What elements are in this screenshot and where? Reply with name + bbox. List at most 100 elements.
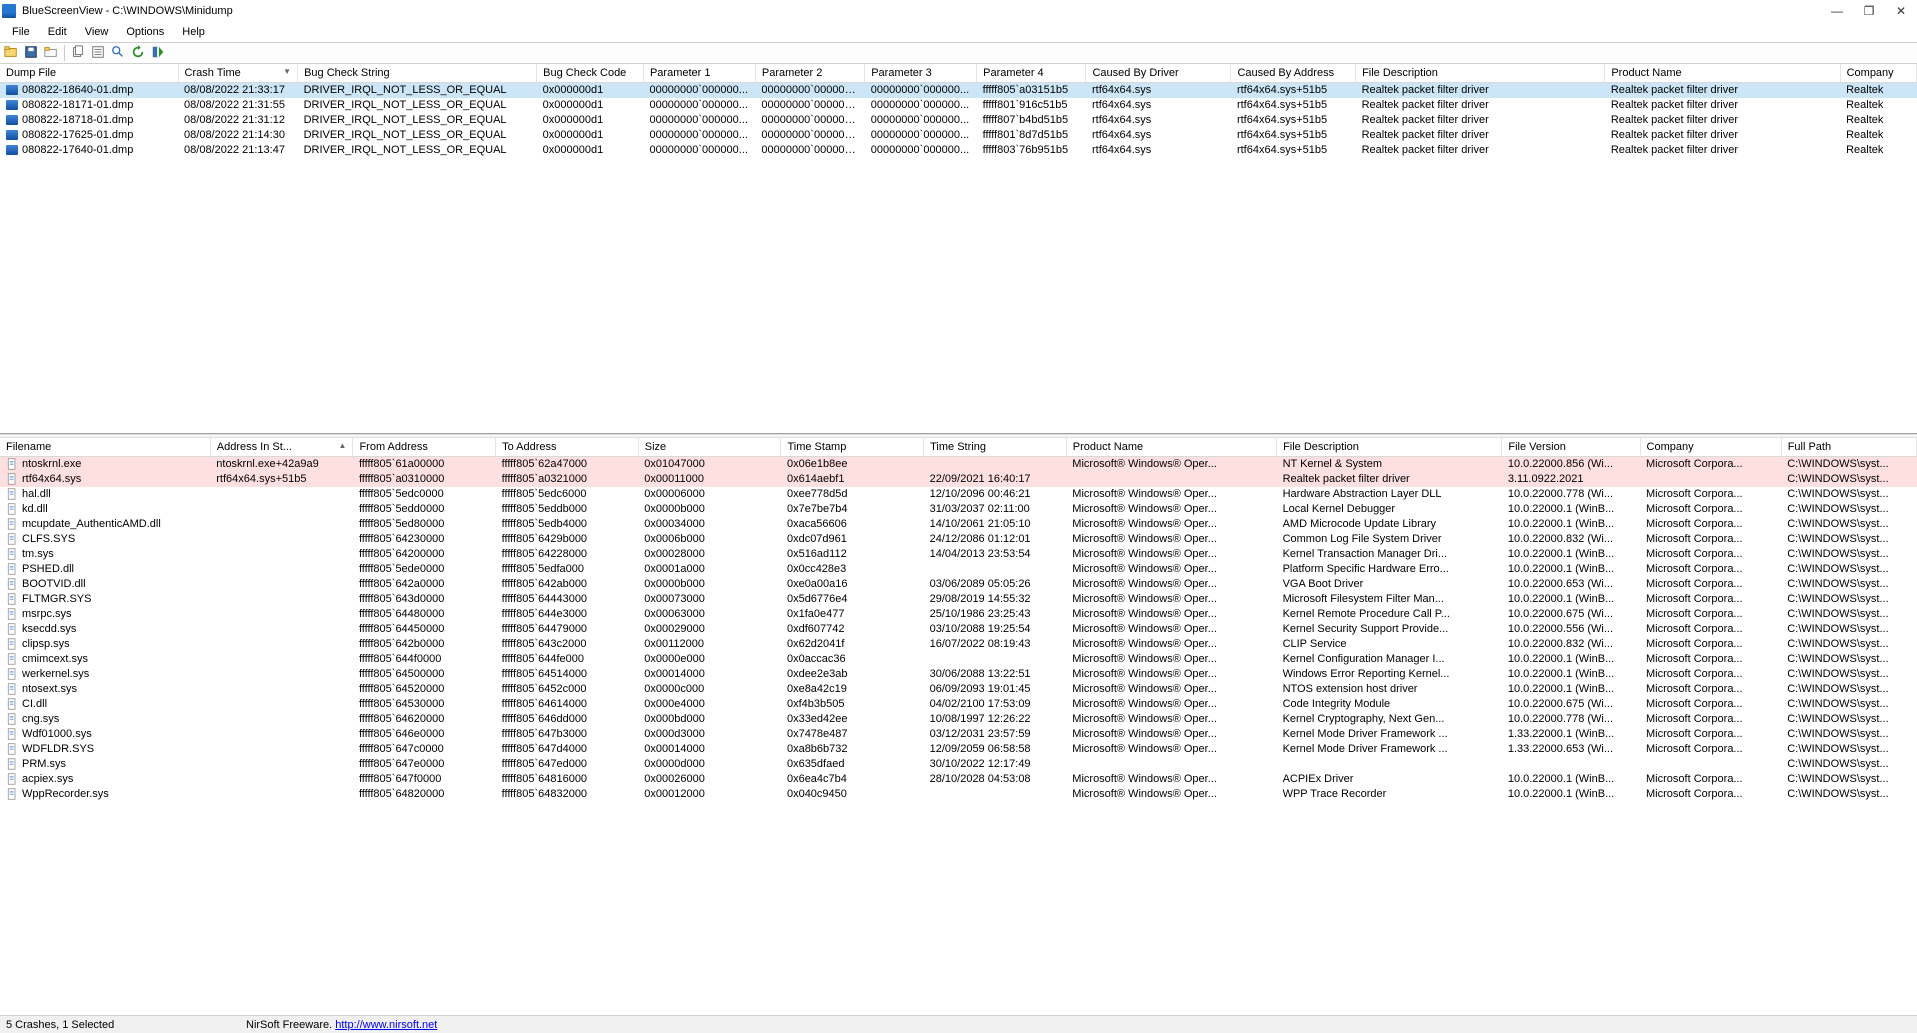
modules-pane[interactable]: FilenameAddress In St...▲From AddressTo … [0, 438, 1917, 1015]
dumps-table[interactable]: Dump FileCrash Time▼Bug Check StringBug … [0, 64, 1917, 158]
col-filename[interactable]: Filename [0, 438, 210, 457]
module-row[interactable]: msrpc.sysfffff805`64480000fffff805`644e3… [0, 607, 1917, 622]
options-icon[interactable] [151, 45, 165, 62]
module-row[interactable]: tm.sysfffff805`64200000fffff805`64228000… [0, 547, 1917, 562]
menubar: FileEditViewOptionsHelp [0, 22, 1917, 42]
col-dump-file[interactable]: Dump File [0, 64, 178, 83]
col-parameter-1[interactable]: Parameter 1 [643, 64, 755, 83]
module-row[interactable]: kd.dllfffff805`5edd0000fffff805`5eddb000… [0, 502, 1917, 517]
dump-file-icon [6, 85, 18, 95]
col-company[interactable]: Company [1840, 64, 1916, 83]
menu-help[interactable]: Help [174, 24, 213, 40]
col-company[interactable]: Company [1640, 438, 1781, 457]
module-row[interactable]: Wdf01000.sysfffff805`646e0000fffff805`64… [0, 727, 1917, 742]
maximize-button[interactable]: ❐ [1863, 5, 1875, 17]
menu-view[interactable]: View [77, 24, 117, 40]
app-icon [2, 4, 16, 18]
col-parameter-4[interactable]: Parameter 4 [977, 64, 1086, 83]
copy-icon[interactable] [71, 45, 85, 62]
module-file-icon [6, 548, 18, 560]
col-file-version[interactable]: File Version [1502, 438, 1640, 457]
col-crash-time[interactable]: Crash Time▼ [178, 64, 298, 83]
status-credit: NirSoft Freeware. http://www.nirsoft.net [246, 1019, 437, 1031]
module-file-icon [6, 683, 18, 695]
module-file-icon [6, 533, 18, 545]
col-parameter-3[interactable]: Parameter 3 [865, 64, 977, 83]
dump-row[interactable]: 080822-18171-01.dmp08/08/2022 21:31:55DR… [0, 98, 1917, 113]
col-parameter-2[interactable]: Parameter 2 [755, 64, 864, 83]
module-file-icon [6, 503, 18, 515]
col-bug-check-code[interactable]: Bug Check Code [537, 64, 644, 83]
module-file-icon [6, 788, 18, 800]
module-row[interactable]: WDFLDR.SYSfffff805`647c0000fffff805`647d… [0, 742, 1917, 757]
col-file-description[interactable]: File Description [1277, 438, 1502, 457]
module-row[interactable]: ntoskrnl.exentoskrnl.exe+42a9a9fffff805`… [0, 457, 1917, 472]
col-product-name[interactable]: Product Name [1066, 438, 1276, 457]
dumps-pane[interactable]: Dump FileCrash Time▼Bug Check StringBug … [0, 64, 1917, 434]
dump-row[interactable]: 080822-17640-01.dmp08/08/2022 21:13:47DR… [0, 143, 1917, 158]
save-icon[interactable] [24, 45, 38, 62]
module-row[interactable]: WppRecorder.sysfffff805`64820000fffff805… [0, 787, 1917, 802]
module-row[interactable]: cmimcext.sysfffff805`644f0000fffff805`64… [0, 652, 1917, 667]
module-row[interactable]: rtf64x64.sysrtf64x64.sys+51b5fffff805`a0… [0, 472, 1917, 487]
open-icon[interactable] [4, 45, 18, 62]
dump-row[interactable]: 080822-18640-01.dmp08/08/2022 21:33:17DR… [0, 83, 1917, 98]
nirsoft-link[interactable]: http://www.nirsoft.net [335, 1019, 437, 1031]
toolbar [0, 42, 1917, 64]
properties-icon[interactable] [91, 45, 105, 62]
close-button[interactable]: ✕ [1895, 5, 1907, 17]
module-file-icon [6, 563, 18, 575]
col-product-name[interactable]: Product Name [1605, 64, 1840, 83]
col-file-description[interactable]: File Description [1356, 64, 1605, 83]
col-time-stamp[interactable]: Time Stamp [781, 438, 924, 457]
module-row[interactable]: CLFS.SYSfffff805`64230000fffff805`6429b0… [0, 532, 1917, 547]
module-row[interactable]: werkernel.sysfffff805`64500000fffff805`6… [0, 667, 1917, 682]
module-file-icon [6, 458, 18, 470]
module-row[interactable]: clipsp.sysfffff805`642b0000fffff805`643c… [0, 637, 1917, 652]
module-row[interactable]: PRM.sysfffff805`647e0000fffff805`647ed00… [0, 757, 1917, 772]
dump-file-icon [6, 100, 18, 110]
col-bug-check-string[interactable]: Bug Check String [298, 64, 537, 83]
module-row[interactable]: PSHED.dllfffff805`5ede0000fffff805`5edfa… [0, 562, 1917, 577]
module-file-icon [6, 713, 18, 725]
module-file-icon [6, 743, 18, 755]
col-to-address[interactable]: To Address [496, 438, 639, 457]
refresh-icon[interactable] [131, 45, 145, 62]
menu-options[interactable]: Options [118, 24, 172, 40]
col-full-path[interactable]: Full Path [1781, 438, 1916, 457]
module-file-icon [6, 758, 18, 770]
module-row[interactable]: CI.dllfffff805`64530000fffff805`64614000… [0, 697, 1917, 712]
module-file-icon [6, 623, 18, 635]
modules-table[interactable]: FilenameAddress In St...▲From AddressTo … [0, 438, 1917, 802]
dump-file-icon [6, 145, 18, 155]
dump-row[interactable]: 080822-18718-01.dmp08/08/2022 21:31:12DR… [0, 113, 1917, 128]
explorer-icon[interactable] [44, 45, 58, 62]
module-file-icon [6, 668, 18, 680]
module-file-icon [6, 698, 18, 710]
col-size[interactable]: Size [638, 438, 781, 457]
status-count: 5 Crashes, 1 Selected [6, 1019, 246, 1031]
minimize-button[interactable]: — [1831, 5, 1843, 17]
col-caused-by-driver[interactable]: Caused By Driver [1086, 64, 1231, 83]
col-caused-by-address[interactable]: Caused By Address [1231, 64, 1356, 83]
col-address-in-st-[interactable]: Address In St...▲ [210, 438, 353, 457]
module-file-icon [6, 578, 18, 590]
col-time-string[interactable]: Time String [924, 438, 1067, 457]
status-bar: 5 Crashes, 1 Selected NirSoft Freeware. … [0, 1015, 1917, 1033]
module-file-icon [6, 773, 18, 785]
module-row[interactable]: acpiex.sysfffff805`647f0000fffff805`6481… [0, 772, 1917, 787]
module-row[interactable]: FLTMGR.SYSfffff805`643d0000fffff805`6444… [0, 592, 1917, 607]
menu-file[interactable]: File [4, 24, 38, 40]
module-row[interactable]: cng.sysfffff805`64620000fffff805`646dd00… [0, 712, 1917, 727]
col-from-address[interactable]: From Address [353, 438, 496, 457]
menu-edit[interactable]: Edit [40, 24, 75, 40]
find-icon[interactable] [111, 45, 125, 62]
module-file-icon [6, 608, 18, 620]
module-row[interactable]: ksecdd.sysfffff805`64450000fffff805`6447… [0, 622, 1917, 637]
module-row[interactable]: hal.dllfffff805`5edc0000fffff805`5edc600… [0, 487, 1917, 502]
module-row[interactable]: mcupdate_AuthenticAMD.dllfffff805`5ed800… [0, 517, 1917, 532]
module-row[interactable]: BOOTVID.dllfffff805`642a0000fffff805`642… [0, 577, 1917, 592]
module-row[interactable]: ntosext.sysfffff805`64520000fffff805`645… [0, 682, 1917, 697]
dump-row[interactable]: 080822-17625-01.dmp08/08/2022 21:14:30DR… [0, 128, 1917, 143]
module-file-icon [6, 728, 18, 740]
